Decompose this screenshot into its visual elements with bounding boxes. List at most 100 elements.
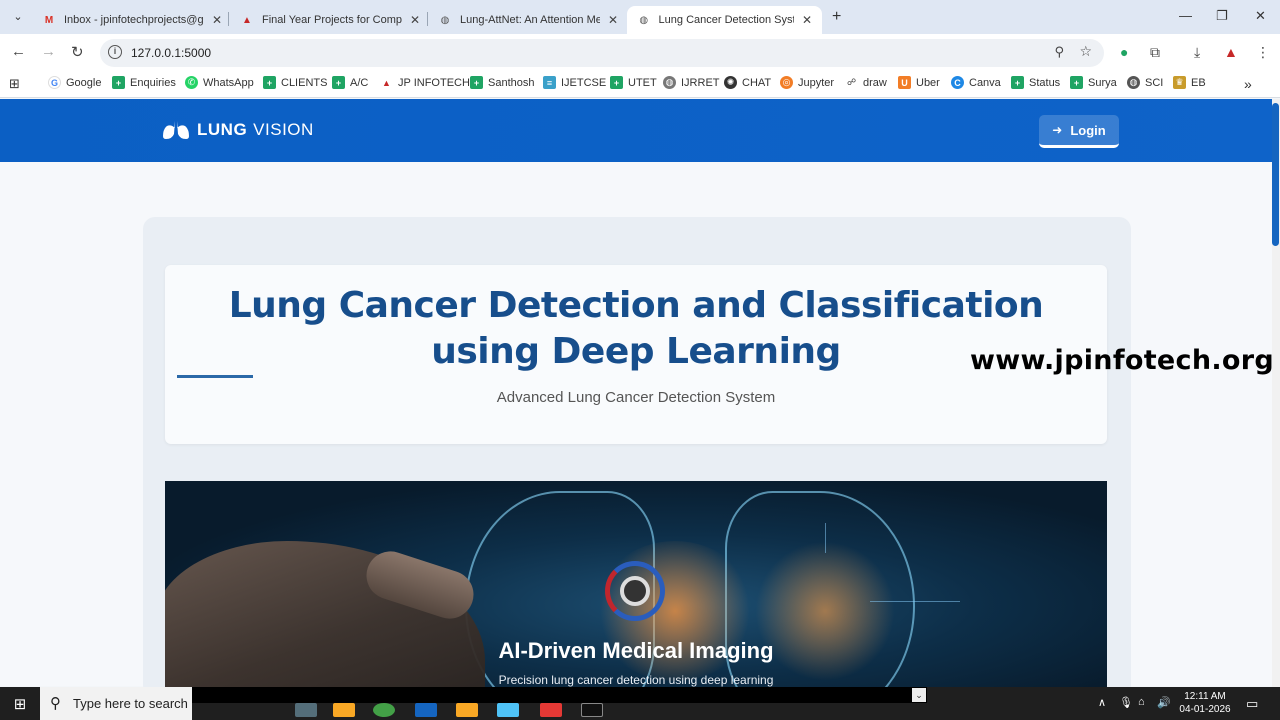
- bookmark-label: Canva: [969, 76, 1001, 89]
- page-title: Lung Cancer Detection and Classification…: [228, 285, 1044, 372]
- file-explorer-icon[interactable]: [333, 703, 355, 717]
- extension-green-icon[interactable]: ●: [1120, 44, 1128, 60]
- url-text[interactable]: 127.0.0.1:5000: [131, 46, 211, 60]
- bookmark-google[interactable]: G Google: [48, 76, 101, 89]
- journal-icon: ≡: [543, 76, 556, 89]
- profile-icon[interactable]: ▲: [1224, 44, 1238, 60]
- taskbar-app-icon[interactable]: [295, 703, 317, 717]
- bookmark-eb[interactable]: ♛ EB: [1173, 76, 1206, 89]
- sign-in-icon: ➜: [1052, 123, 1063, 137]
- bookmark-jp-infotech[interactable]: ▲ JP INFOTECH: [380, 76, 470, 89]
- close-tab-icon[interactable]: ✕: [212, 13, 222, 27]
- bookmark-label: WhatsApp: [203, 76, 254, 89]
- gmail-icon: M: [44, 14, 54, 26]
- login-button[interactable]: ➜ Login: [1039, 115, 1119, 148]
- tab-inbox[interactable]: M Inbox - jpinfotechprojects@gm ✕: [32, 6, 232, 34]
- bookmark-label: EB: [1191, 76, 1206, 89]
- word-icon[interactable]: [415, 703, 437, 717]
- close-window-icon[interactable]: ✕: [1255, 8, 1266, 24]
- volume-icon[interactable]: 🔊: [1157, 696, 1171, 709]
- bookmark-uber[interactable]: U Uber: [898, 76, 940, 89]
- taskbar-app-icon[interactable]: [540, 703, 562, 717]
- reload-icon[interactable]: ↻: [71, 43, 84, 61]
- minimize-icon[interactable]: —: [1179, 8, 1192, 23]
- bookmark-ijetcse[interactable]: ≡ IJETCSE: [543, 76, 606, 89]
- globe-icon: ◍: [639, 14, 649, 26]
- restore-icon[interactable]: ❐: [1216, 8, 1228, 24]
- tab-search-chevron-icon[interactable]: ⌄: [8, 8, 28, 26]
- openai-icon: ✺: [724, 76, 737, 89]
- bookmark-surya[interactable]: + Surya: [1070, 76, 1117, 89]
- notifications-icon[interactable]: ▭: [1246, 696, 1258, 712]
- address-bar[interactable]: i 127.0.0.1:5000 ⚲ ☆: [100, 39, 1104, 67]
- hero-banner-image: AI-Driven Medical Imaging Precision lung…: [165, 481, 1107, 687]
- chrome-icon[interactable]: [373, 703, 395, 717]
- sheets-icon: +: [263, 76, 276, 89]
- hud-panel-decoration: [870, 601, 960, 631]
- bookmark-clients[interactable]: + CLIENTS: [263, 76, 327, 89]
- sheets-icon: +: [112, 76, 125, 89]
- more-bookmarks-icon[interactable]: »: [1244, 76, 1252, 92]
- terminal-icon[interactable]: [581, 703, 603, 717]
- sheets-icon: +: [1070, 76, 1083, 89]
- bookmark-canva[interactable]: C Canva: [951, 76, 1001, 89]
- bookmark-sci[interactable]: ◍ SCI: [1127, 76, 1163, 89]
- tab-lung-cancer-detection[interactable]: ◍ Lung Cancer Detection System ✕: [627, 6, 822, 34]
- tab-final-year-projects[interactable]: ▲ Final Year Projects for Compute ✕: [230, 6, 430, 34]
- back-icon[interactable]: ←: [11, 43, 26, 60]
- taskbar-search-box[interactable]: ⚲ Type here to search: [40, 687, 192, 720]
- menu-kebab-icon[interactable]: ⋮: [1256, 44, 1270, 61]
- close-tab-icon[interactable]: ✕: [802, 13, 812, 27]
- sheets-icon: +: [470, 76, 483, 89]
- bookmark-utet[interactable]: + UTET: [610, 76, 657, 89]
- bookmarks-bar: ⊞ G Google + Enquiries ✆ WhatsApp + CLIENTS …: [0, 70, 1280, 98]
- bookmark-ijrret[interactable]: ◍ IJRRET: [663, 76, 720, 89]
- tab-lung-attnet[interactable]: ◍ Lung-AttNet: An Attention Mec ✕: [428, 6, 628, 34]
- close-tab-icon[interactable]: ✕: [608, 13, 618, 27]
- bookmark-status[interactable]: + Status: [1011, 76, 1060, 89]
- bookmark-chat[interactable]: ✺ CHAT: [724, 76, 771, 89]
- tab-title: Final Year Projects for Compute: [262, 14, 402, 26]
- bookmark-label: Jupyter: [798, 76, 835, 89]
- taskbar-app-icon[interactable]: [497, 703, 519, 717]
- login-label: Login: [1070, 122, 1106, 138]
- bookmark-santhosh[interactable]: + Santhosh: [470, 76, 534, 89]
- bookmark-whatsapp[interactable]: ✆ WhatsApp: [185, 76, 254, 89]
- whatsapp-icon: ✆: [185, 76, 198, 89]
- forward-icon[interactable]: →: [41, 43, 56, 60]
- tray-expand-icon[interactable]: ∧: [1098, 696, 1106, 709]
- taskbar-app-icon[interactable]: [456, 703, 478, 717]
- canva-icon: C: [951, 76, 964, 89]
- bookmark-label: Surya: [1088, 76, 1117, 89]
- bookmark-label: A/C: [350, 76, 369, 89]
- bookmark-draw[interactable]: ☍ draw: [845, 76, 887, 89]
- jp-infotech-icon: ▲: [382, 77, 391, 88]
- chevron-down-icon[interactable]: ⌄: [912, 688, 926, 702]
- bookmark-ac[interactable]: + A/C: [332, 76, 368, 89]
- hud-panel-decoration: [825, 523, 905, 553]
- bookmark-jupyter[interactable]: ◎ Jupyter: [780, 76, 834, 89]
- download-icon[interactable]: ⤓: [1194, 44, 1200, 61]
- new-tab-icon[interactable]: +: [832, 8, 841, 26]
- system-clock[interactable]: 12:11 AM 04-01-2026: [1176, 690, 1234, 716]
- site-logo[interactable]: LUNG VISION: [162, 120, 314, 140]
- google-icon: G: [48, 76, 61, 89]
- sheets-icon: +: [1011, 76, 1024, 89]
- extensions-puzzle-icon[interactable]: ⧉: [1150, 44, 1160, 61]
- close-tab-icon[interactable]: ✕: [410, 13, 420, 27]
- bookmark-label: Enquiries: [130, 76, 176, 89]
- microphone-icon[interactable]: 🎙: [1119, 696, 1133, 709]
- globe-icon: ◍: [663, 76, 676, 89]
- globe-icon: ◍: [1127, 76, 1140, 89]
- site-info-icon[interactable]: i: [108, 45, 122, 59]
- bookmark-label: Santhosh: [488, 76, 535, 89]
- apps-grid-icon[interactable]: ⊞: [9, 76, 20, 92]
- page-scrollbar-thumb[interactable]: [1272, 103, 1279, 246]
- logo-text-bold: LUNG: [197, 120, 248, 139]
- zoom-icon[interactable]: ⚲: [1054, 44, 1064, 60]
- windows-start-icon[interactable]: ⊞: [0, 687, 40, 720]
- bookmark-enquiries[interactable]: + Enquiries: [112, 76, 176, 89]
- bookmark-label: IJRRET: [681, 76, 720, 89]
- network-icon[interactable]: ⌂: [1138, 696, 1145, 708]
- bookmark-star-icon[interactable]: ☆: [1079, 43, 1092, 60]
